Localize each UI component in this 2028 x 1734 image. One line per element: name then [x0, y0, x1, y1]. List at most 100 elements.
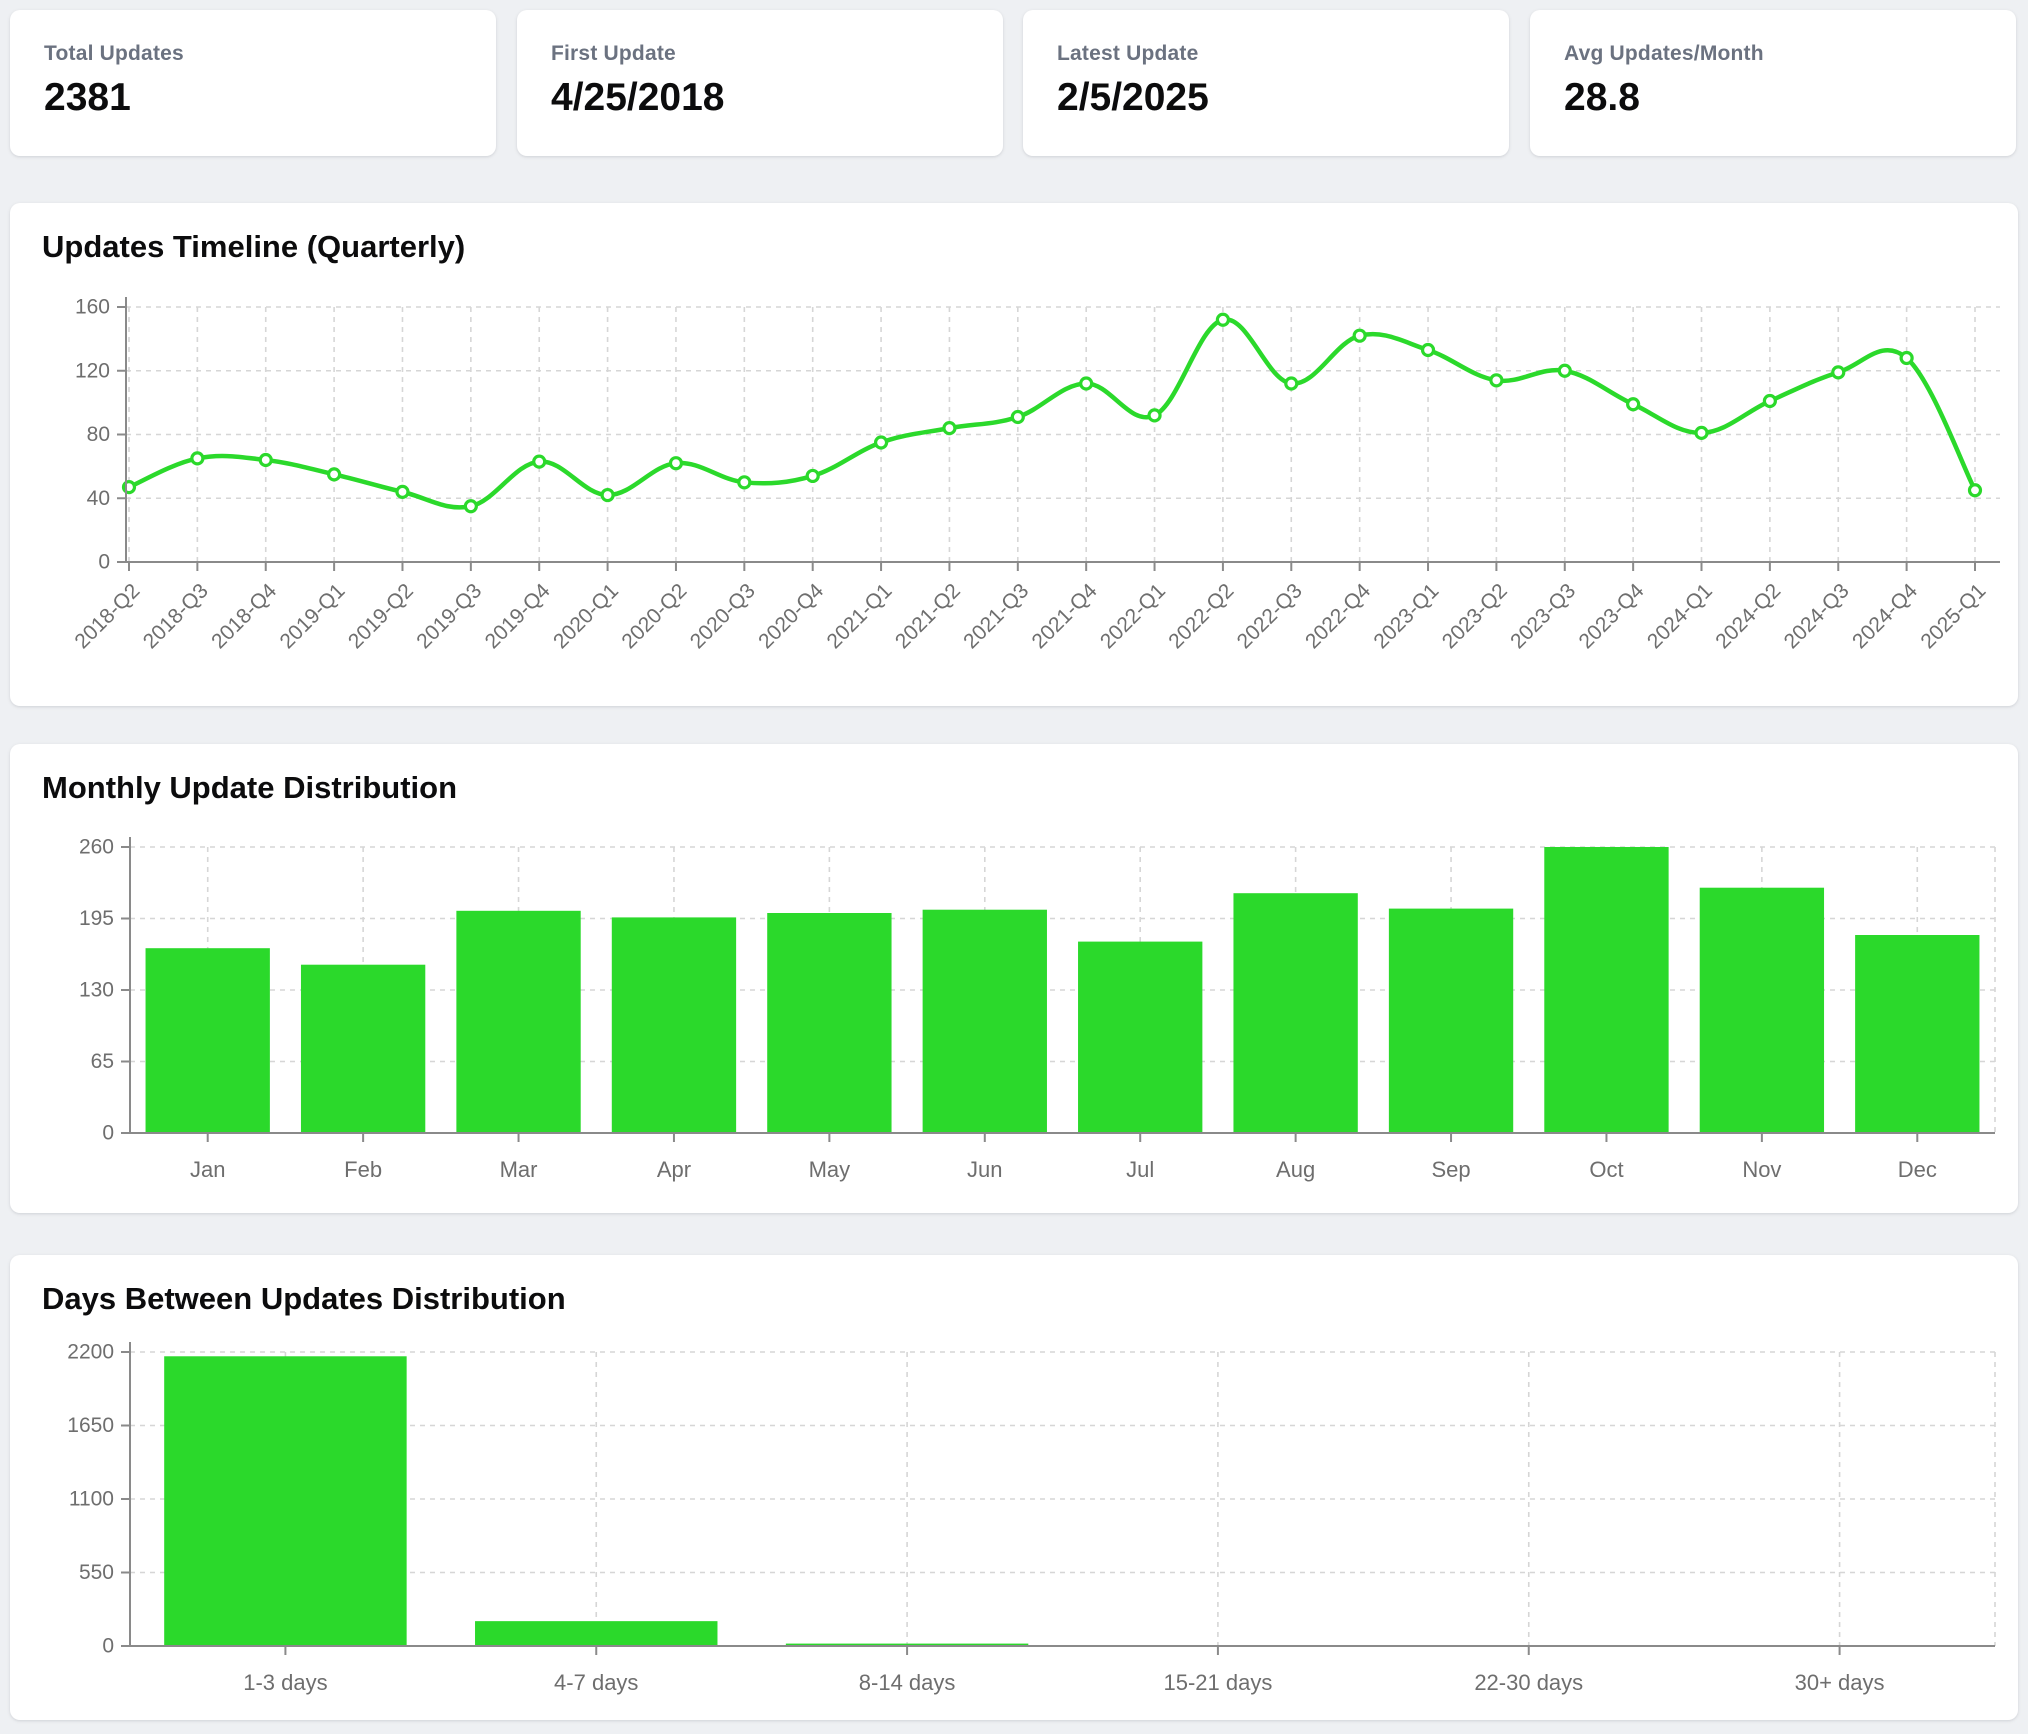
y-tick-label: 0	[102, 1122, 114, 1145]
x-tick-label: 2020-Q1	[549, 579, 623, 653]
y-tick-label: 40	[87, 487, 110, 510]
data-point-2023-Q3[interactable]	[1559, 365, 1570, 376]
data-point-2022-Q3[interactable]	[1286, 378, 1297, 389]
bar-1-3 days[interactable]	[164, 1356, 406, 1646]
x-tick-label: 2025-Q1	[1916, 579, 1990, 653]
bar-4-7 days[interactable]	[475, 1621, 717, 1646]
data-point-2020-Q3[interactable]	[739, 477, 750, 488]
bar-Nov[interactable]	[1700, 888, 1824, 1133]
x-tick-label: 2021-Q2	[891, 579, 965, 653]
data-point-2019-Q4[interactable]	[534, 456, 545, 467]
data-point-2024-Q4[interactable]	[1901, 353, 1912, 364]
data-point-2019-Q1[interactable]	[329, 469, 340, 480]
x-tick-label: 2018-Q3	[139, 579, 213, 653]
y-tick-label: 2200	[67, 1341, 114, 1364]
data-point-2024-Q2[interactable]	[1764, 396, 1775, 407]
data-point-2018-Q3[interactable]	[192, 453, 203, 464]
data-point-2020-Q4[interactable]	[807, 470, 818, 481]
y-tick-label: 0	[98, 551, 110, 574]
monthly-distribution-chart[interactable]: 065130195260JanFebMarAprMayJunJulAugSepO…	[10, 744, 2018, 1213]
bar-Mar[interactable]	[456, 911, 580, 1133]
y-tick-label: 195	[79, 907, 114, 930]
stat-label: Latest Update	[1057, 42, 1198, 66]
x-tick-label: 2022-Q2	[1164, 579, 1238, 653]
stat-card-first-update: First Update 4/25/2018	[517, 10, 1003, 156]
data-point-2019-Q2[interactable]	[397, 486, 408, 497]
bar-Jan[interactable]	[146, 948, 270, 1133]
data-point-2021-Q1[interactable]	[876, 437, 887, 448]
x-tick-label: Apr	[657, 1157, 691, 1182]
bar-Oct[interactable]	[1544, 847, 1668, 1133]
data-point-2022-Q1[interactable]	[1149, 410, 1160, 421]
x-tick-label: 2023-Q2	[1438, 579, 1512, 653]
bar-Jul[interactable]	[1078, 942, 1202, 1133]
x-tick-label: 22-30 days	[1474, 1670, 1583, 1695]
y-tick-label: 0	[102, 1635, 114, 1658]
data-point-2021-Q2[interactable]	[944, 423, 955, 434]
x-tick-label: 2024-Q2	[1711, 579, 1785, 653]
data-point-2024-Q3[interactable]	[1833, 367, 1844, 378]
x-tick-label: Jul	[1126, 1157, 1154, 1182]
bar-Aug[interactable]	[1233, 893, 1357, 1133]
bar-Dec[interactable]	[1855, 935, 1979, 1133]
x-tick-label: 2022-Q3	[1233, 579, 1307, 653]
chart-title-timeline: Updates Timeline (Quarterly)	[42, 229, 465, 265]
data-point-2020-Q1[interactable]	[602, 490, 613, 501]
bar-Sep[interactable]	[1389, 909, 1513, 1133]
chart-title-gaps: Days Between Updates Distribution	[42, 1281, 566, 1317]
data-point-2021-Q3[interactable]	[1012, 411, 1023, 422]
data-point-2023-Q4[interactable]	[1628, 399, 1639, 410]
x-tick-label: Feb	[344, 1157, 382, 1182]
data-point-2024-Q1[interactable]	[1696, 427, 1707, 438]
x-tick-label: 2020-Q4	[754, 579, 828, 653]
bar-Jun[interactable]	[923, 910, 1047, 1133]
data-point-2022-Q2[interactable]	[1217, 314, 1228, 325]
x-tick-label: 2020-Q3	[686, 579, 760, 653]
bar-May[interactable]	[767, 913, 891, 1133]
x-tick-label: 2024-Q3	[1780, 579, 1854, 653]
x-tick-label: Jan	[190, 1157, 225, 1182]
data-point-2025-Q1[interactable]	[1969, 485, 1980, 496]
x-tick-label: Jun	[967, 1157, 1002, 1182]
data-point-2019-Q3[interactable]	[465, 501, 476, 512]
data-point-2020-Q2[interactable]	[670, 458, 681, 469]
x-tick-label: 2019-Q4	[481, 579, 555, 653]
y-tick-label: 160	[75, 296, 110, 319]
x-tick-label: 2021-Q3	[959, 579, 1033, 653]
bar-Apr[interactable]	[612, 917, 736, 1133]
y-tick-label: 550	[79, 1561, 114, 1584]
updates-timeline-chart[interactable]: 040801201602018-Q22018-Q32018-Q42019-Q12…	[10, 203, 2018, 706]
y-tick-label: 1100	[69, 1488, 114, 1511]
x-tick-label: Sep	[1431, 1157, 1470, 1182]
stat-label: Avg Updates/Month	[1564, 42, 1764, 66]
y-tick-label: 260	[79, 836, 114, 859]
x-tick-label: 8-14 days	[859, 1670, 956, 1695]
x-tick-label: 2022-Q4	[1301, 579, 1375, 653]
y-tick-label: 65	[91, 1050, 114, 1073]
x-tick-label: 2022-Q1	[1096, 579, 1170, 653]
stat-card-latest-update: Latest Update 2/5/2025	[1023, 10, 1509, 156]
x-tick-label: 2020-Q2	[617, 579, 691, 653]
data-point-2023-Q2[interactable]	[1491, 375, 1502, 386]
stat-card-avg-updates: Avg Updates/Month 28.8	[1530, 10, 2016, 156]
monthly-distribution-card: 065130195260JanFebMarAprMayJunJulAugSepO…	[10, 744, 2018, 1213]
x-tick-label: 2023-Q4	[1575, 579, 1649, 653]
x-tick-label: 2024-Q4	[1848, 579, 1922, 653]
y-tick-label: 1650	[67, 1414, 114, 1437]
data-point-2023-Q1[interactable]	[1423, 345, 1434, 356]
data-point-2021-Q4[interactable]	[1081, 378, 1092, 389]
x-tick-label: 2019-Q3	[412, 579, 486, 653]
stat-value: 2381	[44, 76, 131, 120]
days-between-updates-chart[interactable]: 05501100165022001-3 days4-7 days8-14 day…	[10, 1255, 2018, 1720]
stat-label: Total Updates	[44, 42, 184, 66]
x-tick-label: Aug	[1276, 1157, 1315, 1182]
bar-Feb[interactable]	[301, 965, 425, 1133]
x-tick-label: 2021-Q4	[1028, 579, 1102, 653]
y-tick-label: 120	[75, 359, 110, 382]
stat-label: First Update	[551, 42, 676, 66]
stat-value: 2/5/2025	[1057, 76, 1209, 120]
x-tick-label: 2021-Q1	[822, 579, 896, 653]
data-point-2022-Q4[interactable]	[1354, 330, 1365, 341]
chart-title-monthly: Monthly Update Distribution	[42, 770, 457, 806]
data-point-2018-Q4[interactable]	[260, 455, 271, 466]
